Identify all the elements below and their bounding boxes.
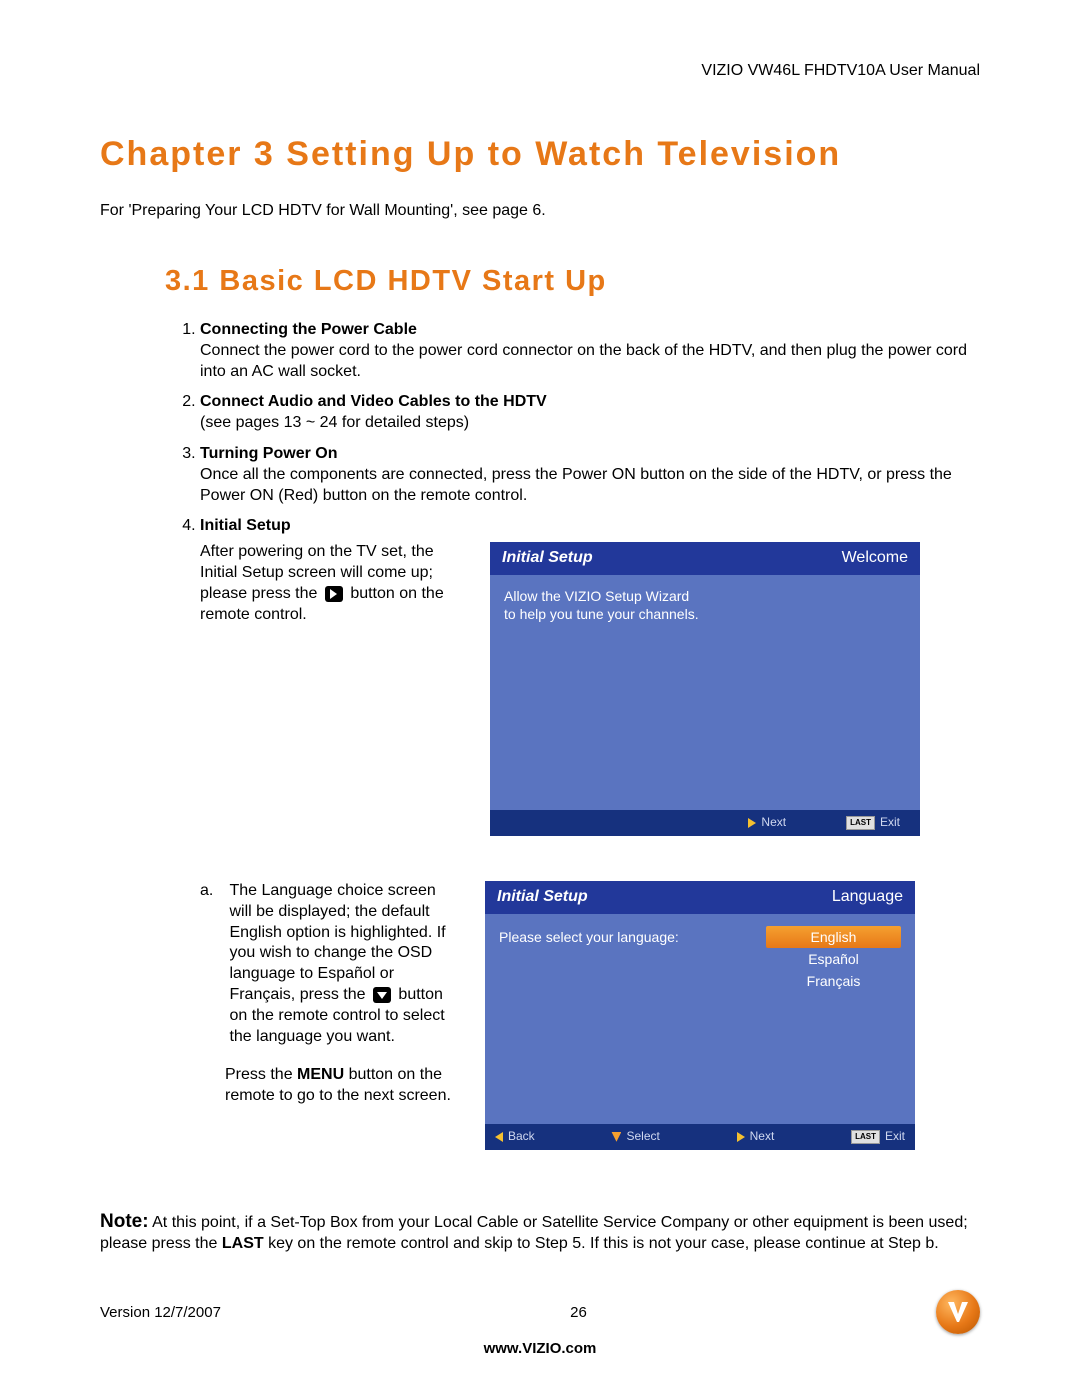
osd2-select: Select [611,1129,659,1145]
osd1-title: Initial Setup [502,548,593,569]
down-arrow-icon [373,987,391,1003]
osd1-exit: LASTExit [846,815,900,831]
osd1-subtitle: Welcome [842,548,908,569]
sub-a-p2-bold: MENU [297,1066,344,1083]
note-block: Note: At this point, if a Set-Top Box fr… [100,1210,980,1255]
osd2-title: Initial Setup [497,887,588,908]
osd2-back: Back [495,1129,535,1145]
step-2: Connect Audio and Video Cables to the HD… [200,392,980,434]
section-title: 3.1 Basic LCD HDTV Start Up [165,265,980,298]
play-icon [325,586,343,602]
osd1-line2: to help you tune your channels. [504,605,906,623]
osd1-next: Next [748,815,786,831]
lang-option-espanol: Español [766,948,901,970]
osd2-subtitle: Language [832,887,903,908]
last-badge-icon: LAST [846,816,875,830]
sub-a-before: The Language choice screen will be displ… [229,882,445,1003]
footer-url: www.VIZIO.com [100,1340,980,1357]
step-2-body: (see pages 13 ~ 24 for detailed steps) [200,414,469,431]
play-right-icon [748,818,756,828]
note-label: Note: [100,1211,149,1232]
step-1-body: Connect the power cord to the power cord… [200,342,967,380]
footer-version: Version 12/7/2007 [100,1304,221,1321]
osd-welcome: Initial Setup Welcome Allow the VIZIO Se… [490,542,920,836]
step-3-title: Turning Power On [200,445,337,462]
note-bold: LAST [222,1235,264,1252]
step-3-body: Once all the components are connected, p… [200,466,952,504]
steps-list: Connecting the Power Cable Connect the p… [178,320,980,1175]
step-1: Connecting the Power Cable Connect the p… [200,320,980,382]
lang-option-francais: Français [766,970,901,992]
last-badge-icon: LAST [851,1130,880,1144]
v-select-icon [611,1132,621,1142]
page-footer: Version 12/7/2007 26 www.VIZIO.com [100,1290,980,1357]
manual-header: VIZIO VW46L FHDTV10A User Manual [100,62,980,80]
osd2-next: Next [737,1129,775,1145]
sub-a-p2-before: Press the [225,1066,297,1083]
footer-page: 26 [570,1304,587,1321]
chapter-title: Chapter 3 Setting Up to Watch Television [100,135,980,174]
step-2-title: Connect Audio and Video Cables to the HD… [200,393,547,410]
vizio-logo-icon [936,1290,980,1334]
step-4: Initial Setup After powering on the TV s… [200,516,980,1174]
step-3: Turning Power On Once all the components… [200,444,980,506]
play-right-icon [737,1132,745,1142]
step-4-title: Initial Setup [200,517,291,534]
step-1-title: Connecting the Power Cable [200,321,417,338]
osd1-line1: Allow the VIZIO Setup Wizard [504,587,906,605]
osd2-prompt: Please select your language: [499,926,751,1112]
sub-a-label: a. [200,881,225,902]
osd-language: Initial Setup Language Please select you… [485,881,915,1150]
lang-option-english: English [766,926,901,948]
note-after: key on the remote control and skip to St… [264,1235,939,1252]
osd2-exit: LASTExit [851,1129,905,1145]
chapter-intro: For 'Preparing Your LCD HDTV for Wall Mo… [100,202,980,220]
play-left-icon [495,1132,503,1142]
